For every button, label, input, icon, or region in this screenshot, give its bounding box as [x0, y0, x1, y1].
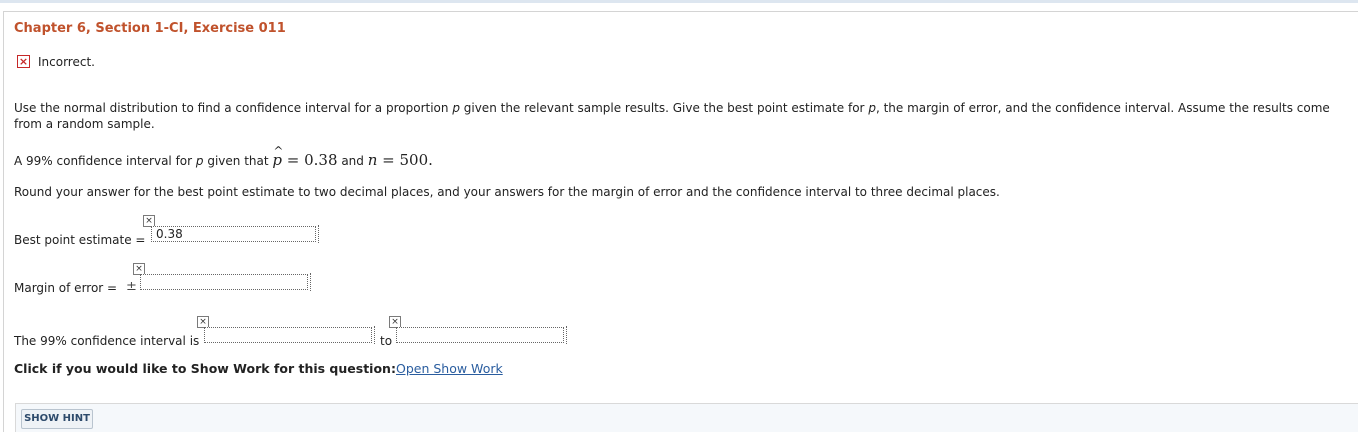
- intro-text-2: given the relevant sample results. Give …: [459, 101, 869, 115]
- top-strip: [0, 0, 1358, 3]
- incorrect-icon: ×: [17, 55, 30, 68]
- var-p: p: [868, 101, 876, 115]
- status-text: Incorrect.: [38, 55, 95, 69]
- and-text: and: [337, 154, 368, 168]
- var-p: p: [452, 101, 460, 115]
- interval-label: The 99% confidence interval is: [14, 334, 200, 348]
- hint-bar: [15, 403, 1358, 432]
- n-value: = 500.: [377, 151, 433, 169]
- var-p: p: [195, 154, 204, 168]
- margin-of-error-input[interactable]: [140, 273, 311, 291]
- given-text-1: A 99% confidence interval for: [14, 154, 196, 168]
- exercise-title: Chapter 6, Section 1-CI, Exercise 011: [14, 21, 286, 36]
- show-work-prompt: Click if you would like to Show Work for…: [14, 361, 396, 376]
- p-hat: ^ p: [272, 144, 283, 168]
- plus-minus-sign: ±: [126, 279, 137, 294]
- interval-upper-input[interactable]: [396, 326, 567, 344]
- rounding-instructions: Round your answer for the best point est…: [14, 185, 1000, 199]
- hat-glyph: ^: [273, 144, 284, 158]
- point-estimate-label: Best point estimate =: [14, 233, 146, 247]
- intro-text-1: Use the normal distribution to find a co…: [14, 101, 453, 115]
- p-hat-value: = 0.38: [282, 151, 338, 169]
- to-text: to: [380, 334, 393, 348]
- show-hint-button[interactable]: SHOW HINT: [21, 409, 93, 429]
- open-show-work-link[interactable]: Open Show Work: [396, 361, 503, 376]
- given-text-2: given that: [203, 154, 273, 168]
- n-var: n: [367, 151, 378, 169]
- question-intro: Use the normal distribution to find a co…: [14, 100, 1349, 132]
- margin-of-error-label: Margin of error =: [14, 281, 118, 295]
- interval-lower-input[interactable]: [204, 326, 375, 344]
- point-estimate-input[interactable]: 0.38: [151, 225, 319, 243]
- given-values: A 99% confidence interval for p given th…: [14, 144, 433, 169]
